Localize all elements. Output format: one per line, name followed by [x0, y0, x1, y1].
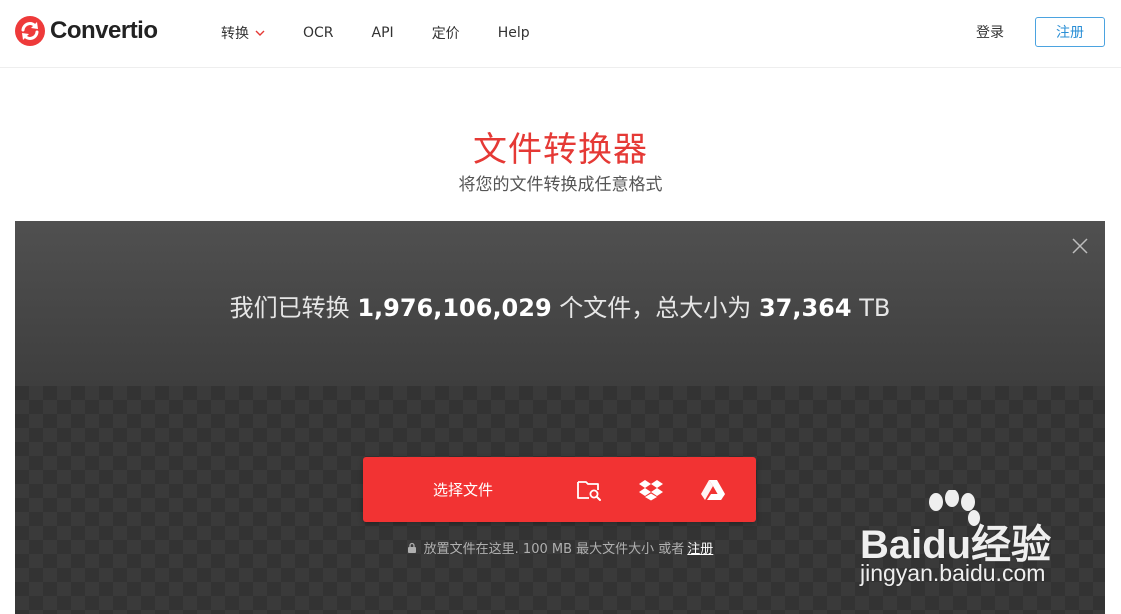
brand-logo[interactable]: Convertio [15, 16, 158, 46]
stats-prefix: 我们已转换 [229, 294, 350, 322]
stats-files-count: 1,976,106,029 [357, 294, 552, 322]
top-header: Convertio 转换 OCR API 定价 Help 登录 注册 [0, 0, 1121, 68]
dropbox-icon [639, 479, 663, 500]
browse-device-button[interactable] [558, 457, 620, 522]
google-drive-button[interactable] [682, 457, 744, 522]
stats-unit: TB [859, 294, 891, 322]
nav-pricing[interactable]: 定价 [432, 23, 460, 43]
stats-size: 37,364 [758, 294, 852, 322]
stats-text: 我们已转换 1,976,106,029 个文件，总大小为 37,364 TB [15, 288, 1105, 323]
lock-icon [407, 542, 416, 553]
nav-api-label: API [371, 25, 394, 41]
folder-search-icon [577, 480, 601, 501]
main-nav: 转换 OCR API 定价 Help [221, 0, 568, 66]
stats-middle: 个文件，总大小为 [559, 294, 752, 322]
upload-bar: 选择文件 [363, 457, 756, 522]
convertio-logo-icon [15, 16, 45, 46]
nav-help[interactable]: Help [498, 25, 530, 41]
chevron-down-icon [255, 30, 265, 36]
drop-hint-text: 放置文件在这里. 100 MB 最大文件大小 或者 [423, 542, 685, 557]
page-subtitle: 将您的文件转换成任意格式 [458, 175, 663, 195]
drop-hint: 放置文件在这里. 100 MB 最大文件大小 或者 注册 [15, 538, 1105, 557]
register-button[interactable]: 注册 [1035, 17, 1105, 47]
file-dropzone[interactable]: 选择文件 放置文件在这里. 100 MB 最大文件大小 或者 注册 [15, 386, 1105, 614]
nav-api[interactable]: API [372, 25, 394, 41]
nav-pricing-label: 定价 [431, 26, 460, 42]
close-icon[interactable] [1071, 237, 1089, 255]
nav-ocr-label: OCR [303, 25, 334, 41]
nav-help-label: Help [497, 25, 530, 41]
choose-files-button[interactable]: 选择文件 [363, 457, 563, 522]
stats-banner: 我们已转换 1,976,106,029 个文件，总大小为 37,364 TB [15, 221, 1105, 386]
nav-convert-label: 转换 [221, 26, 249, 42]
login-link[interactable]: 登录 [976, 22, 1004, 42]
page-title: 文件转换器 [473, 130, 648, 170]
google-drive-icon [701, 479, 725, 500]
brand-name: Convertio [50, 17, 158, 44]
dropbox-button[interactable] [620, 457, 682, 522]
nav-convert[interactable]: 转换 [221, 23, 265, 43]
hint-register-link[interactable]: 注册 [687, 538, 713, 557]
nav-ocr[interactable]: OCR [303, 25, 334, 41]
